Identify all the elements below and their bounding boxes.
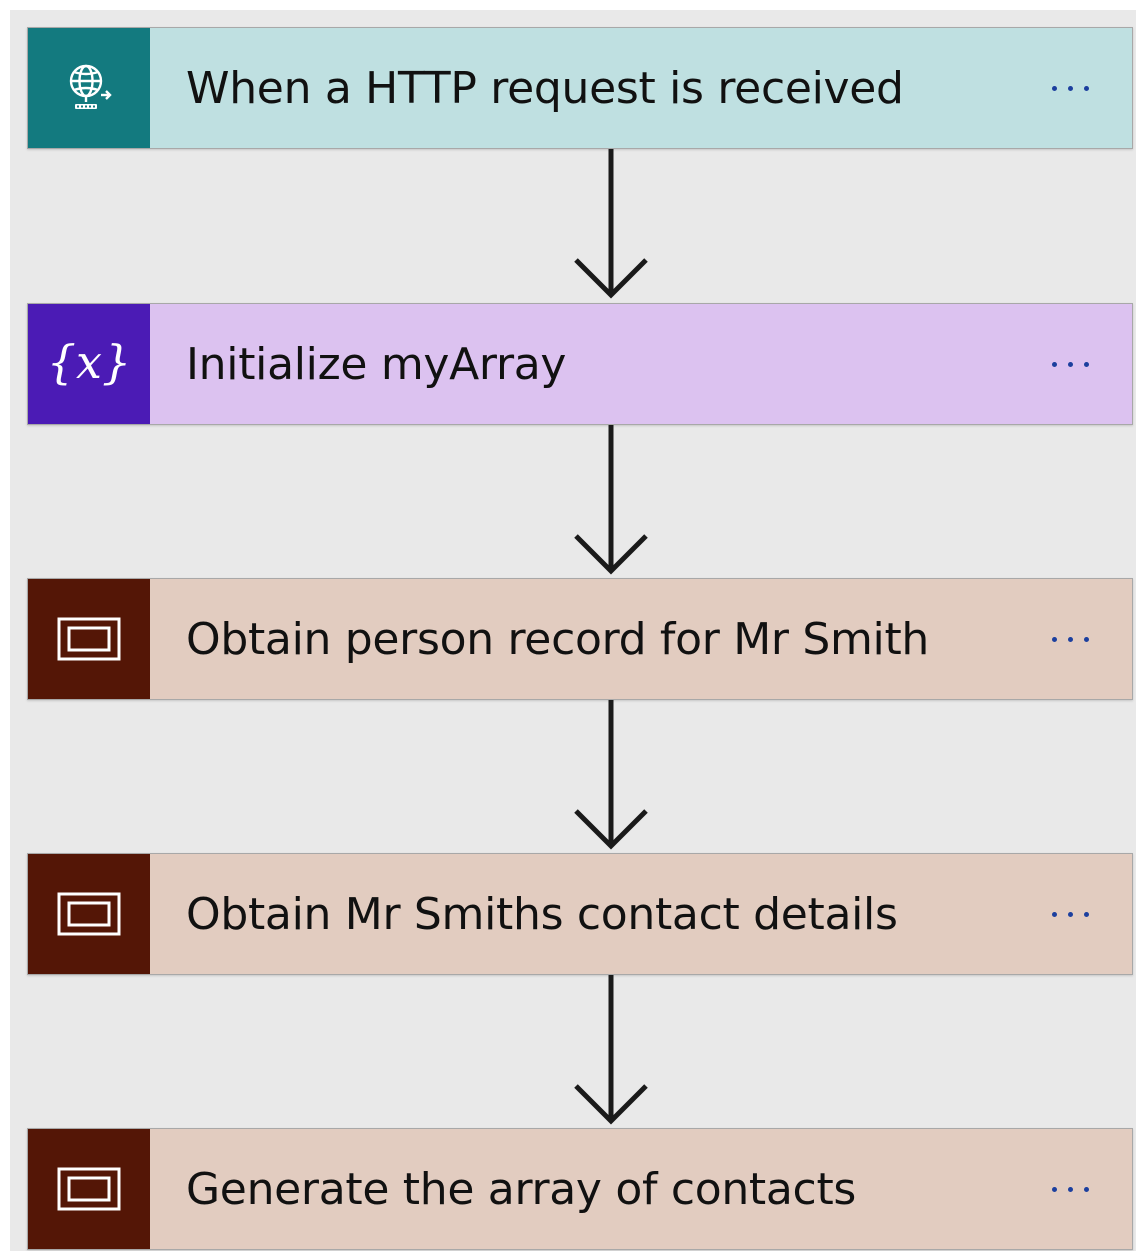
svg-text:{x}: {x} [47,335,132,389]
compose-icon [57,617,121,661]
step-title[interactable]: Obtain person record for Mr Smith [150,579,1042,699]
compose-icon [57,892,121,936]
flow-connector-arrow [574,975,648,1125]
globe-request-icon [69,64,112,109]
step-icon-box [28,28,150,148]
ellipsis-icon [1052,636,1089,642]
ellipsis-icon [1052,911,1089,917]
flow-step-compose-person-record[interactable]: Obtain person record for Mr Smith [27,578,1133,700]
compose-icon [57,1167,121,1211]
step-icon-box [28,1129,150,1249]
flow-step-compose-contact-details[interactable]: Obtain Mr Smiths contact details [27,853,1133,975]
step-title[interactable]: Initialize myArray [150,304,1042,424]
step-icon-box [28,854,150,974]
flow-connector-arrow [574,149,648,299]
step-title[interactable]: When a HTTP request is received [150,28,1042,148]
step-more-options-button[interactable] [1042,1129,1132,1249]
step-more-options-button[interactable] [1042,304,1132,424]
flow-step-http-trigger[interactable]: When a HTTP request is received [27,27,1133,149]
step-title[interactable]: Generate the array of contacts [150,1129,1042,1249]
step-more-options-button[interactable] [1042,854,1132,974]
step-more-options-button[interactable] [1042,28,1132,148]
step-icon-box [28,579,150,699]
ellipsis-icon [1052,85,1089,91]
step-icon-box: {x} [28,304,150,424]
flow-step-compose-contacts-array[interactable]: Generate the array of contacts [27,1128,1133,1250]
step-title[interactable]: Obtain Mr Smiths contact details [150,854,1042,974]
step-more-options-button[interactable] [1042,579,1132,699]
ellipsis-icon [1052,1186,1089,1192]
flow-connector-arrow [574,700,648,850]
ellipsis-icon [1052,361,1089,367]
flow-connector-arrow [574,425,648,575]
variable-braces-icon: {x} [47,335,132,389]
flow-step-initialize-variable[interactable]: {x} Initialize myArray [27,303,1133,425]
